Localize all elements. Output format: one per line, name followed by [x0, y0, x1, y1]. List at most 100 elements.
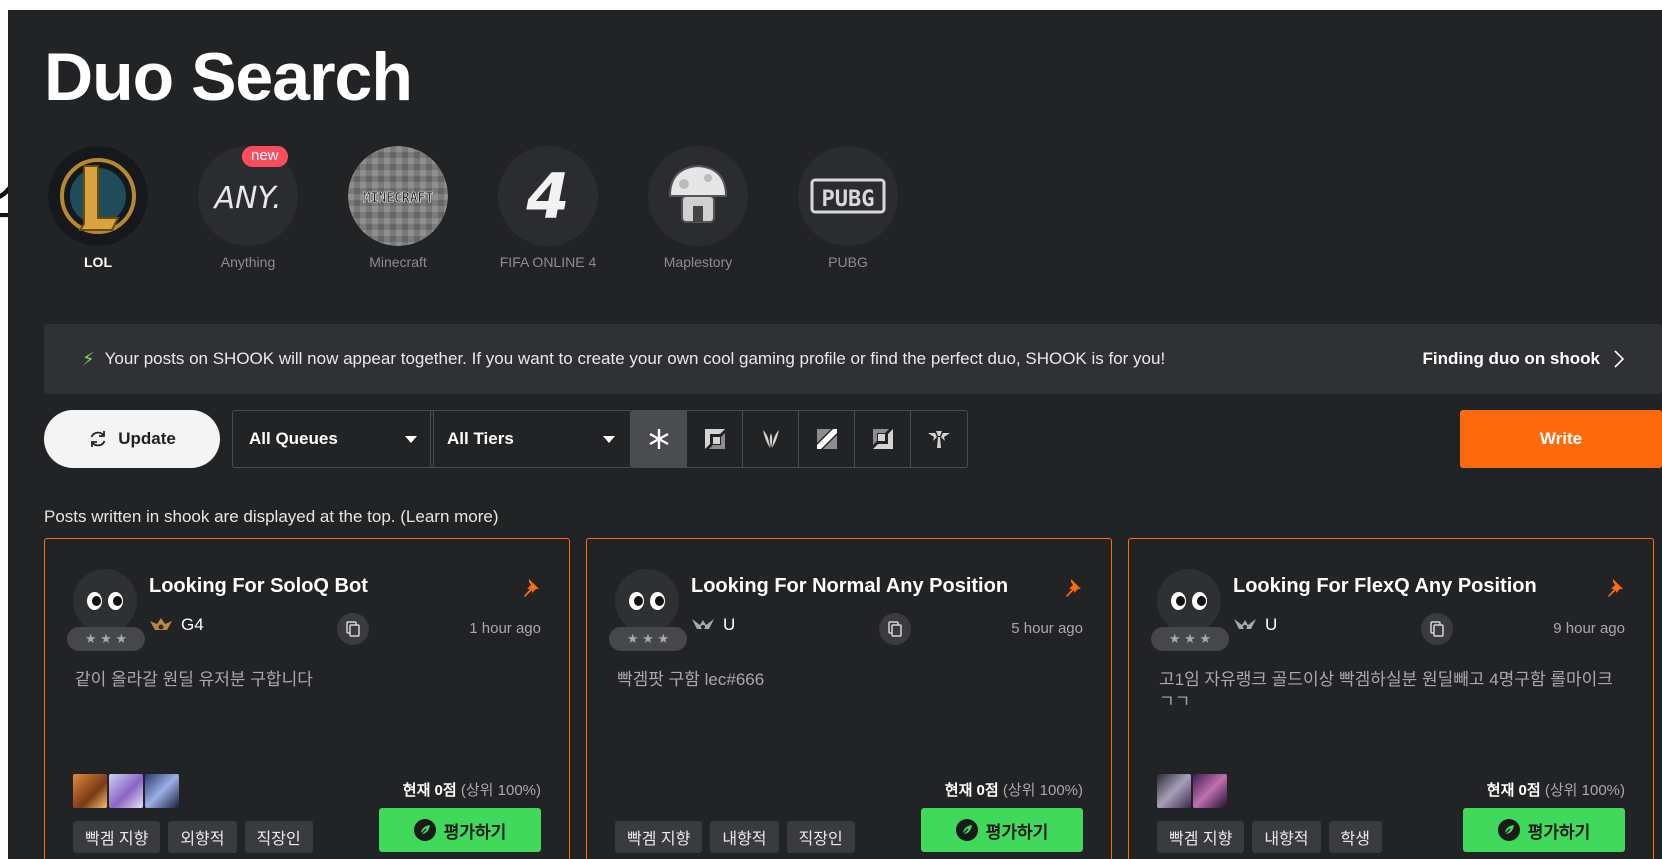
shook-notice-banner: ⚡ Your posts on SHOOK will now appear to… [44, 324, 1662, 394]
game-selector: LOL new ANY. Anything MINECRAFT Minecraf… [48, 146, 898, 270]
update-button[interactable]: Update [44, 410, 220, 468]
fifa-icon: 4 [498, 146, 598, 246]
tag: 외향적 [168, 821, 237, 853]
score-label: 현재 0점 [944, 782, 999, 799]
tier-label: U [723, 615, 736, 634]
score-label: 현재 0점 [1486, 782, 1541, 799]
game-item-minecraft[interactable]: MINECRAFT Minecraft [348, 146, 448, 270]
position-filter [630, 410, 968, 468]
finding-duo-link-label: Finding duo on shook [1422, 349, 1600, 368]
refresh-icon [90, 431, 106, 447]
score-label: 현재 0점 [402, 782, 457, 799]
post-title: Looking For FlexQ Any Position [1233, 575, 1537, 597]
svg-text:ANY.: ANY. [213, 181, 282, 216]
tier-label: G4 [181, 615, 204, 634]
champion-portrait [1157, 774, 1191, 808]
post-body: 고1임 자유랭크 골드이상 빡겜하실분 원딜빼고 4명구함 롤마이크 ㄱㄱ [1159, 670, 1613, 711]
champion-list [73, 774, 179, 808]
chevron-down-icon [405, 435, 417, 443]
score-rank: (상위 100%) [1544, 782, 1625, 799]
minecraft-icon: MINECRAFT [348, 146, 448, 246]
champion-portrait [109, 774, 143, 808]
champion-portrait [73, 774, 107, 808]
rate-button[interactable]: 평가하기 [921, 808, 1083, 852]
rate-button[interactable]: 평가하기 [1463, 808, 1625, 852]
avatar [1157, 569, 1221, 633]
tag: 직장인 [244, 821, 313, 853]
queue-select[interactable]: All Queues [232, 410, 434, 468]
game-item-lol[interactable]: LOL [48, 146, 148, 270]
champion-list [1157, 774, 1227, 808]
rate-button[interactable]: 평가하기 [379, 808, 541, 852]
finding-duo-link[interactable]: Finding duo on shook [1422, 349, 1624, 369]
chevron-down-icon [603, 435, 615, 443]
tag: 학생 [1328, 821, 1382, 853]
tag: 내향적 [1252, 821, 1321, 853]
position-top-button[interactable] [687, 411, 743, 467]
filter-toolbar: Update All Queues All Tiers Write [44, 410, 1662, 468]
tag: 빡겜 지향 [1157, 821, 1245, 853]
game-label-fifa: FIFA ONLINE 4 [499, 254, 597, 270]
position-support-button[interactable] [911, 411, 967, 467]
pin-icon [524, 579, 539, 597]
position-mid-button[interactable] [799, 411, 855, 467]
game-item-anything[interactable]: new ANY. Anything [198, 146, 298, 270]
copy-icon [346, 621, 360, 637]
tier-select-value: All Tiers [447, 429, 514, 448]
pin-icon [1066, 579, 1081, 597]
copy-icon [1430, 621, 1444, 637]
new-badge: new [242, 146, 288, 167]
post-list: ★ ★ ★ Looking For SoloQ Bot G4 1 hour ag… [44, 538, 1654, 859]
post-card[interactable]: ★ ★ ★ Looking For FlexQ Any Position U 9… [1128, 538, 1654, 859]
fifa-logo-text: 4 [525, 160, 569, 233]
game-item-fifa[interactable]: 4 FIFA ONLINE 4 [498, 146, 598, 270]
notice-text: Your posts on SHOOK will now appear toge… [104, 349, 1166, 368]
maplestory-icon [648, 146, 748, 246]
top-icon [704, 429, 725, 449]
support-icon [928, 431, 950, 448]
post-card[interactable]: ★ ★ ★ Looking For Normal Any Position U … [586, 538, 1112, 859]
game-label-minecraft: Minecraft [369, 254, 427, 270]
avatar [73, 569, 137, 633]
champion-portrait [145, 774, 179, 808]
post-title: Looking For Normal Any Position [691, 575, 1009, 597]
score-info: 현재 0점 (상위 100%) [945, 779, 1083, 800]
tier-select[interactable]: All Tiers [430, 410, 632, 468]
copy-button[interactable] [337, 613, 369, 645]
post-title: Looking For SoloQ Bot [149, 575, 368, 597]
all-positions-icon [648, 429, 669, 449]
queue-select-value: All Queues [249, 429, 338, 448]
copy-button[interactable] [1421, 613, 1453, 645]
bottom-icon [872, 429, 893, 449]
score-rank: (상위 100%) [1002, 782, 1083, 799]
game-item-pubg[interactable]: PUBG PUBG [798, 146, 898, 270]
game-label-anything: Anything [220, 254, 276, 270]
tag: 빡겜 지향 [73, 821, 161, 853]
post-time: 9 hour ago [1553, 620, 1625, 637]
copy-icon [888, 621, 902, 637]
score-rank: (상위 100%) [460, 782, 541, 799]
post-card[interactable]: ★ ★ ★ Looking For SoloQ Bot G4 1 hour ag… [44, 538, 570, 859]
tier-info: U [1233, 615, 1277, 635]
minecraft-logo-text: MINECRAFT [363, 191, 434, 206]
position-all-button[interactable] [631, 411, 687, 467]
post-time: 5 hour ago [1011, 620, 1083, 637]
leaf-icon [413, 819, 436, 841]
leaf-icon [1497, 819, 1520, 841]
game-label-lol: LOL [84, 254, 112, 270]
rate-button-label: 평가하기 [985, 822, 1049, 842]
post-body: 빡겜팟 구함 lec#666 [617, 670, 765, 689]
tag: 빡겜 지향 [615, 821, 703, 853]
tag-list: 빡겜 지향 외향적 직장인 [73, 821, 313, 853]
position-jungle-button[interactable] [743, 411, 799, 467]
tier-info: G4 [149, 615, 204, 635]
write-button[interactable]: Write [1460, 410, 1662, 468]
rate-button-label: 평가하기 [1527, 822, 1591, 842]
game-label-pubg: PUBG [828, 254, 868, 270]
update-button-label: Update [118, 429, 176, 448]
jungle-icon [762, 430, 779, 448]
position-bottom-button[interactable] [855, 411, 911, 467]
copy-button[interactable] [879, 613, 911, 645]
post-body: 같이 올라갈 원딜 유저분 구합니다 [75, 670, 313, 689]
game-item-maplestory[interactable]: Maplestory [648, 146, 748, 270]
